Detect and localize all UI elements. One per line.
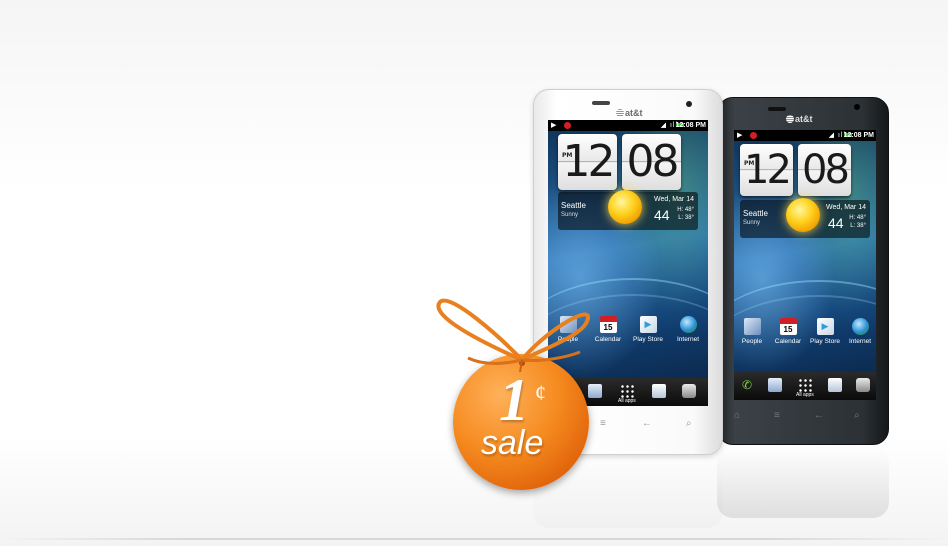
status-bar: ▶ ◢ ıll 12:08 PM [734, 130, 876, 141]
black-phone-reflection [717, 448, 889, 518]
sun-icon [608, 190, 642, 224]
clock-ampm: PM [562, 152, 573, 159]
back-icon[interactable]: ← [814, 410, 824, 421]
sun-icon [786, 198, 820, 232]
status-time: 12:08 PM [675, 122, 706, 129]
app-play-store[interactable]: Play Store [805, 318, 845, 345]
front-camera [854, 104, 860, 110]
messages-icon[interactable] [588, 384, 602, 398]
calendar-icon: 15 [599, 316, 617, 333]
status-time: 12:08 PM [843, 132, 874, 139]
all-apps-label: All apps [618, 398, 636, 404]
dock: ✆ All apps [734, 372, 876, 400]
weather-date: Wed, Mar 14 [826, 204, 866, 211]
weather-high-low: H: 48° L: 38° [677, 207, 694, 221]
internet-icon [679, 316, 697, 333]
weather-high-low: H: 48° L: 38° [849, 215, 866, 229]
weather-widget[interactable]: Seattle Sunny Wed, Mar 14 44 H: 48° L: 38… [558, 190, 698, 230]
app-internet[interactable]: Internet [840, 318, 876, 345]
weather-condition: Sunny [743, 220, 761, 226]
all-apps-icon[interactable] [620, 384, 634, 398]
play-icon: ▶ [551, 122, 557, 129]
brand-logo: at&t [786, 114, 813, 124]
weather-date: Wed, Mar 14 [654, 196, 694, 203]
play-icon: ▶ [737, 132, 743, 139]
menu-icon[interactable]: ≡ [774, 410, 780, 421]
clock-hour: 12 PM [558, 134, 617, 190]
search-icon[interactable]: ⌕ [686, 418, 692, 429]
calendar-icon: 15 [779, 318, 797, 335]
ribbon-bow [436, 298, 590, 372]
home-icon[interactable]: ⌂ [734, 410, 740, 421]
weather-city: Seattle [561, 201, 586, 210]
att-globe-icon [616, 109, 624, 117]
play-store-icon [816, 318, 834, 335]
weather-widget[interactable]: Seattle Sunny Wed, Mar 14 44 H: 48° L: 38… [740, 198, 870, 238]
phone-screen: ▶ ◢ ıll 12:08 PM 12 PM 08 Seattle Sunny W… [734, 130, 876, 400]
camera-icon[interactable] [682, 384, 696, 398]
cent-symbol: ¢ [535, 380, 546, 405]
earpiece [592, 101, 610, 105]
messages-icon[interactable] [768, 378, 782, 392]
weather-temp: 44 [654, 207, 670, 223]
all-apps-label: All apps [796, 392, 814, 398]
play-store-icon [639, 316, 657, 333]
search-icon[interactable]: ⌕ [854, 410, 860, 421]
mail-icon[interactable] [828, 378, 842, 392]
app-internet[interactable]: Internet [668, 316, 708, 343]
menu-icon[interactable]: ≡ [600, 418, 606, 429]
app-people[interactable]: People [734, 318, 772, 345]
people-icon [743, 318, 761, 335]
phone-black: at&t ▶ ◢ ıll 12:08 PM 12 PM 08 Seattle Su… [717, 97, 889, 445]
clock-minute: 08 [622, 134, 681, 190]
sale-tag[interactable]: 1 ¢ sale [453, 354, 589, 490]
clock-ampm: PM [744, 160, 755, 167]
app-calendar[interactable]: 15 Calendar [768, 318, 808, 345]
brand-logo: at&t [616, 108, 643, 118]
weather-city: Seattle [743, 209, 768, 218]
att-globe-icon [786, 115, 794, 123]
internet-icon [851, 318, 869, 335]
clock-hour: 12 PM [740, 144, 793, 196]
camera-icon[interactable] [856, 378, 870, 392]
front-camera [686, 101, 692, 107]
floor-line [0, 538, 948, 540]
clock-minute: 08 [798, 144, 851, 196]
weather-condition: Sunny [561, 212, 579, 218]
back-icon[interactable]: ← [642, 418, 652, 429]
earpiece [768, 107, 786, 111]
mail-icon[interactable] [652, 384, 666, 398]
app-play-store[interactable]: Play Store [628, 316, 668, 343]
phone-icon[interactable]: ✆ [740, 378, 754, 392]
sale-label: sale [481, 424, 544, 462]
weather-temp: 44 [828, 215, 844, 231]
all-apps-icon[interactable] [798, 378, 812, 392]
